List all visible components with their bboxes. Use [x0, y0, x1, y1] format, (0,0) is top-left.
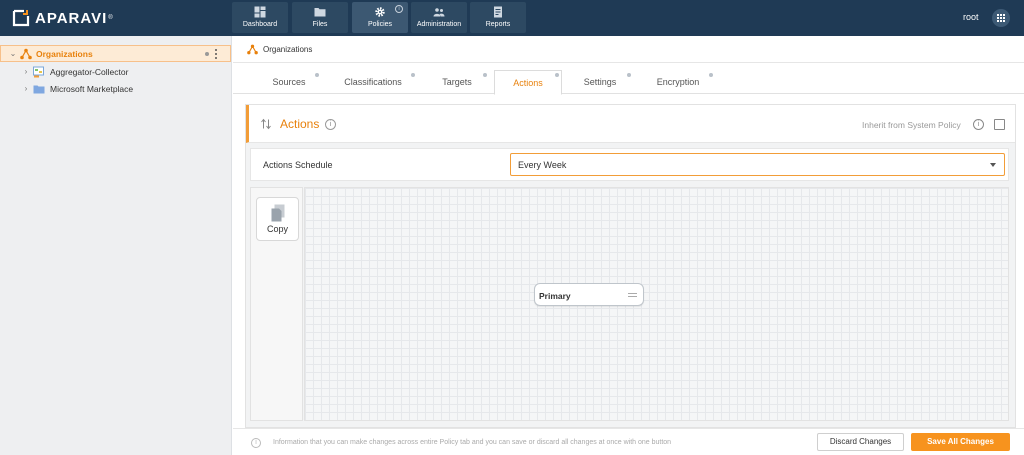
discard-changes-button[interactable]: Discard Changes [817, 433, 904, 451]
status-dot [709, 73, 713, 77]
status-dot [555, 73, 559, 77]
gear-icon [375, 7, 385, 17]
info-icon: i [251, 438, 261, 448]
policy-tabs: Sources Classifications Targets Actions … [233, 64, 1024, 95]
actions-title: Actions [280, 117, 320, 131]
tree-item-label: Organizations [36, 48, 93, 59]
actions-header: Actions i Inherit from System Policy i [246, 105, 1015, 143]
nav-dashboard[interactable]: Dashboard [232, 2, 288, 33]
tab-classifications[interactable]: Classifications [329, 70, 417, 94]
action-palette: Copy [250, 187, 303, 421]
tree-item-label: Aggregator-Collector [50, 66, 129, 77]
actions-schedule-row: Actions Schedule Every Week [250, 148, 1009, 181]
copy-icon [271, 204, 284, 222]
tab-label: Classifications [344, 77, 402, 87]
schedule-label: Actions Schedule [263, 160, 333, 170]
folder-icon [314, 8, 326, 17]
chevron-right-icon[interactable]: › [22, 67, 30, 76]
status-dot [411, 73, 415, 77]
tab-label: Encryption [656, 77, 700, 87]
breadcrumb-label[interactable]: Organizations [263, 45, 312, 54]
nav-reports-label: Reports [485, 21, 511, 28]
breadcrumb: Organizations [233, 36, 1024, 63]
more-options-icon[interactable] [215, 49, 218, 59]
sidebar-tree: ⌄ Organizations › Aggregator-Collector ›… [0, 36, 232, 455]
tab-encryption[interactable]: Encryption [641, 70, 715, 94]
actions-canvas[interactable]: Primary [304, 187, 1009, 421]
primary-node[interactable]: Primary [534, 283, 644, 306]
node-label: Primary [539, 291, 571, 301]
status-dot [205, 52, 209, 56]
actions-panel: Actions i Inherit from System Policy i A… [245, 104, 1016, 428]
nav-files-label: Files [312, 21, 328, 28]
tree-item-microsoft-marketplace[interactable]: › Microsoft Marketplace [0, 80, 231, 97]
tab-actions[interactable]: Actions [494, 70, 562, 95]
copy-action-tile[interactable]: Copy [256, 197, 299, 241]
aparavi-logo[interactable]: APARAVI ® [12, 9, 113, 27]
caret-down-icon [990, 163, 996, 167]
org-icon [20, 48, 32, 59]
schedule-select[interactable]: Every Week [510, 153, 1005, 176]
footer-bar: i Information that you can make changes … [233, 428, 1024, 455]
nav-files[interactable]: Files [292, 2, 348, 33]
aggregator-icon [33, 66, 44, 77]
registered-mark: ® [108, 15, 113, 21]
nav-dashboard-label: Dashboard [242, 21, 278, 28]
info-icon[interactable]: i [395, 5, 403, 13]
brand-name: APARAVI [35, 9, 108, 27]
apps-grid-button[interactable] [992, 9, 1010, 27]
nav-administration[interactable]: Administration [411, 2, 467, 33]
row-actions [205, 49, 218, 59]
tree-item-label: Microsoft Marketplace [50, 83, 134, 94]
logo-mark-icon [12, 9, 30, 27]
user-name[interactable]: root [963, 12, 979, 22]
tab-targets[interactable]: Targets [423, 70, 491, 94]
nav-administration-label: Administration [416, 21, 462, 28]
inherit-checkbox[interactable] [994, 119, 1005, 130]
footer-info-text: Information that you can make changes ac… [273, 439, 672, 446]
sort-arrows-icon [261, 118, 271, 130]
nav-policies-label: Policies [367, 21, 393, 28]
dashboard-icon [254, 6, 266, 18]
tab-label: Actions [513, 78, 543, 88]
status-dot [627, 73, 631, 77]
tree-item-aggregator-collector[interactable]: › Aggregator-Collector [0, 63, 231, 80]
folder-icon [33, 85, 45, 93]
info-icon[interactable]: i [325, 119, 336, 130]
grid-icon [997, 14, 1005, 22]
drag-handle-icon[interactable] [628, 293, 637, 297]
nav-policies[interactable]: Policies i [352, 2, 408, 33]
org-icon [247, 44, 258, 54]
status-dot [315, 73, 319, 77]
tab-label: Sources [272, 77, 306, 87]
info-icon[interactable]: i [973, 119, 984, 130]
tab-sources[interactable]: Sources [255, 70, 323, 94]
report-icon [494, 6, 502, 18]
schedule-value: Every Week [518, 160, 567, 170]
copy-label: Copy [266, 224, 288, 234]
top-bar: APARAVI ® Dashboard Files Policies i Admi… [0, 0, 1024, 36]
users-icon [433, 8, 445, 17]
tab-label: Settings [583, 77, 617, 87]
save-all-changes-button[interactable]: Save All Changes [911, 433, 1010, 451]
tab-label: Targets [442, 77, 472, 87]
inherit-label: Inherit from System Policy [862, 120, 961, 130]
status-dot [483, 73, 487, 77]
tab-settings[interactable]: Settings [567, 70, 633, 94]
nav-reports[interactable]: Reports [470, 2, 526, 33]
tree-item-organizations[interactable]: ⌄ Organizations [0, 45, 231, 62]
chevron-down-icon[interactable]: ⌄ [9, 49, 17, 58]
chevron-right-icon[interactable]: › [22, 84, 30, 93]
